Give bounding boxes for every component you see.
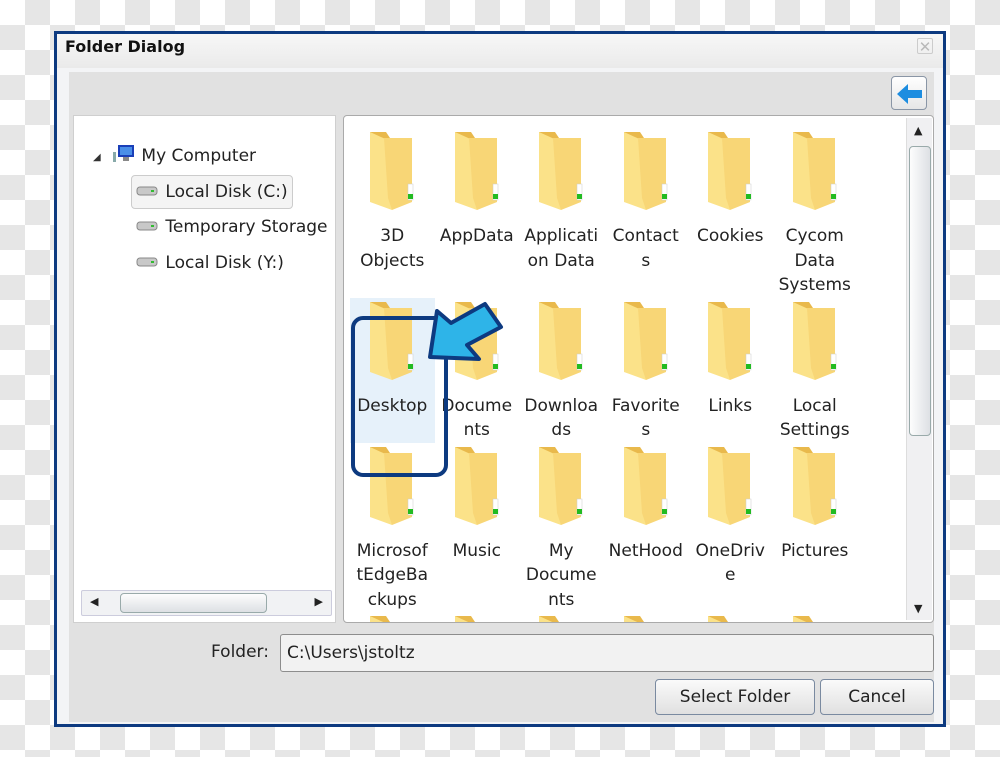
folder-item[interactable]: Applicati on Data: [519, 128, 604, 298]
folder-icon: [708, 132, 752, 210]
tree-item-my-computer[interactable]: My Computer: [112, 140, 256, 174]
folder-icon: [708, 301, 752, 380]
tree-item-label: Local Disk (Y:): [165, 253, 284, 273]
folder-item[interactable]: Local Settings: [773, 298, 858, 443]
folder-name: Contact s: [612, 226, 679, 271]
folder-icon: [708, 616, 751, 622]
folder-item[interactable]: Links: [688, 298, 773, 443]
folder-item[interactable]: [519, 612, 604, 622]
folder-item[interactable]: [435, 612, 520, 622]
folder-label: Folder:: [211, 642, 269, 662]
cancel-button[interactable]: Cancel: [820, 679, 934, 715]
folder-item[interactable]: My Docume nts: [519, 443, 604, 613]
title-bar: Folder Dialog ✕: [57, 34, 943, 68]
drive-icon: [136, 257, 158, 267]
folder-item[interactable]: Pictures: [773, 443, 858, 613]
folder-icon: [539, 616, 582, 622]
tree-item-drive[interactable]: Temporary Storage: [136, 211, 328, 245]
folder-icon: [623, 132, 667, 210]
folder-item[interactable]: NetHood: [604, 443, 689, 613]
folder-item[interactable]: 3D Objects: [350, 128, 435, 298]
folder-item[interactable]: Favorite s: [604, 298, 689, 443]
folder-icon: [623, 301, 667, 380]
folder-name: Local Settings: [779, 395, 850, 441]
folder-name: Cycom Data Systems: [778, 226, 851, 295]
folder-icon: [539, 132, 583, 210]
callout-arrow-icon: [428, 302, 503, 361]
horizontal-scrollbar[interactable]: ◀ ▶: [81, 590, 332, 616]
computer-icon: [113, 145, 134, 162]
back-button[interactable]: [891, 76, 927, 110]
folder-icon: [539, 446, 583, 525]
folder-name: AppData: [439, 226, 514, 246]
folder-name: 3D Objects: [360, 226, 425, 271]
tree-item-label: My Computer: [141, 146, 257, 166]
folder-icon: [623, 446, 667, 525]
folder-icon: [370, 132, 414, 210]
scroll-right-icon[interactable]: ▶: [315, 595, 323, 608]
tree-item-drive[interactable]: Local Disk (Y:): [136, 247, 284, 281]
tree-item-drive[interactable]: Local Disk (C:): [131, 175, 293, 209]
folder-item[interactable]: AppData: [435, 128, 520, 298]
folder-name: Favorite s: [611, 395, 680, 441]
vertical-scrollbar[interactable]: ▲ ▼: [906, 118, 932, 620]
scrollbar-thumb[interactable]: [120, 593, 267, 613]
folder-item[interactable]: [688, 612, 773, 622]
back-arrow-icon: [897, 84, 922, 104]
scroll-left-icon[interactable]: ◀: [90, 595, 98, 608]
folder-icon: [623, 616, 666, 622]
folder-name: NetHood: [608, 540, 683, 561]
folder-icon: [370, 616, 413, 622]
select-folder-button[interactable]: Select Folder: [655, 679, 815, 715]
drive-icon: [136, 221, 158, 231]
folder-icon: [454, 616, 497, 622]
collapse-icon[interactable]: ◢: [93, 152, 101, 163]
scroll-up-icon[interactable]: ▲: [914, 124, 922, 137]
close-icon[interactable]: ✕: [917, 38, 933, 55]
folder-name: Microsof tEdgeBa ckups: [356, 540, 429, 610]
folder-icon: [792, 446, 836, 525]
folder-name: Pictures: [781, 540, 849, 561]
dialog-body: ◢ My Computer Local Disk (C:) Temporary …: [69, 72, 934, 722]
folder-icon: [792, 616, 835, 622]
folder-name: OneDriv e: [695, 540, 765, 586]
folder-name: My Docume nts: [525, 540, 597, 610]
folder-name: Music: [452, 540, 501, 561]
tree-item-label: Local Disk (C:): [165, 182, 288, 202]
folder-icon: [708, 446, 752, 525]
folder-item[interactable]: Contact s: [604, 128, 689, 298]
dialog-title: Folder Dialog: [65, 37, 186, 56]
folder-icon: [454, 446, 498, 525]
folder-item[interactable]: Cookies: [688, 128, 773, 298]
folder-name: Cookies: [696, 226, 764, 246]
folder-name: Downloa ds: [524, 395, 599, 441]
tree-item-label: Temporary Storage: [165, 217, 328, 237]
folder-item[interactable]: [604, 612, 689, 622]
folder-item[interactable]: Cycom Data Systems: [773, 128, 858, 298]
folder-icon: [792, 132, 836, 210]
folder-path-input[interactable]: [280, 634, 934, 672]
folder-tree: ◢ My Computer Local Disk (C:) Temporary …: [73, 115, 336, 623]
folder-item[interactable]: [773, 612, 858, 622]
folder-name: Links: [708, 395, 753, 416]
folder-item[interactable]: [350, 612, 435, 622]
folder-name: Applicati on Data: [524, 226, 599, 271]
scroll-down-icon[interactable]: ▼: [914, 602, 922, 615]
folder-icon: [792, 301, 836, 380]
folder-item[interactable]: OneDriv e: [688, 443, 773, 613]
folder-dialog: Folder Dialog ✕ ◢ My Computer Local Disk…: [54, 31, 946, 727]
scrollbar-thumb[interactable]: [909, 146, 931, 436]
drive-icon: [136, 186, 158, 196]
folder-icon: [454, 132, 498, 210]
folder-icon: [539, 301, 583, 380]
folder-item[interactable]: Downloa ds: [519, 298, 604, 443]
